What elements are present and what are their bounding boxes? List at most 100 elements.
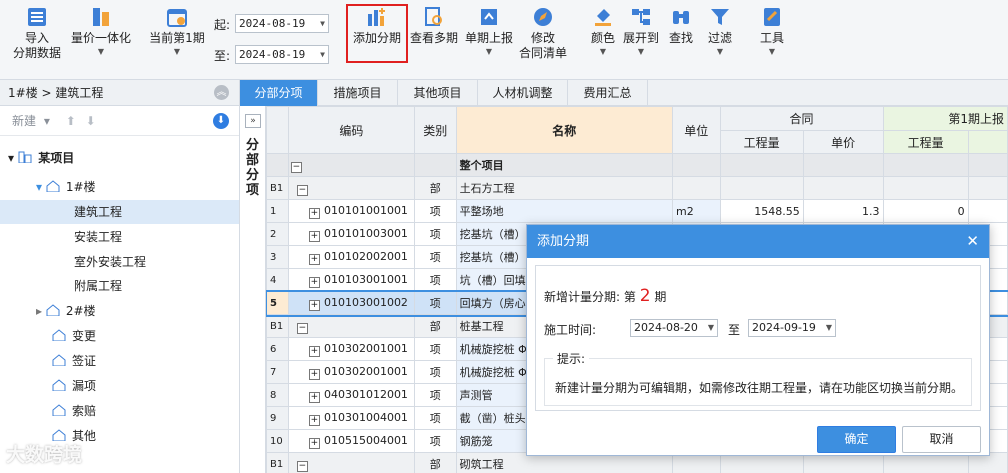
code-cell[interactable]: +010103001002 — [287, 291, 415, 315]
row-number[interactable]: 2 — [266, 222, 289, 246]
move-up-icon[interactable]: ⬆ — [66, 114, 76, 128]
type-cell[interactable]: 项 — [413, 337, 457, 361]
type-cell[interactable]: 部 — [413, 452, 457, 473]
row-number[interactable]: B1 — [266, 314, 289, 338]
row-number[interactable]: B1 — [266, 452, 289, 473]
expand-icon[interactable]: + — [308, 207, 320, 219]
expand-icon[interactable]: + — [308, 414, 320, 426]
collapse-icon[interactable]: − — [296, 322, 308, 334]
tab-labor-material-adjust[interactable]: 人材机调整 — [478, 80, 568, 106]
tab-measures[interactable]: 措施项目 — [318, 80, 398, 106]
end-date-input[interactable]: 2024-08-19 ▼ — [235, 45, 329, 64]
row-number[interactable]: 3 — [266, 245, 289, 269]
tree-item-architecture[interactable]: 建筑工程 — [0, 200, 239, 224]
start-date-input[interactable]: 2024-08-19 ▼ — [235, 14, 329, 33]
tab-cost-summary[interactable]: 费用汇总 — [568, 80, 648, 106]
row-number[interactable]: 9 — [266, 406, 289, 430]
row-number[interactable]: 7 — [266, 360, 289, 384]
code-cell[interactable]: − — [287, 314, 415, 338]
period1-qty-cell[interactable] — [882, 153, 969, 177]
price-integration-button[interactable]: 量价一体化 ▼ — [68, 6, 134, 56]
code-cell[interactable]: +010101001001 — [287, 199, 415, 223]
qty-cell[interactable] — [719, 153, 804, 177]
to-date-select[interactable]: 2024-09-19 ▼ — [748, 319, 836, 337]
tree-item-installation[interactable]: 安装工程 — [74, 225, 122, 249]
name-header[interactable]: 名称 — [455, 106, 673, 154]
modify-contract-list-button[interactable]: 修改 合同清单 — [516, 6, 570, 61]
find-button[interactable]: 查找 — [666, 6, 696, 46]
qty-cell[interactable]: 1548.55 — [719, 199, 804, 223]
type-cell[interactable]: 项 — [413, 222, 457, 246]
code-cell[interactable]: +010301004001 — [287, 406, 415, 430]
price-cell[interactable]: 1.3 — [802, 199, 884, 223]
expand-to-button[interactable]: 展开到 ▼ — [620, 6, 662, 56]
tree-item-outdoor-installation[interactable]: 室外安装工程 — [74, 250, 146, 274]
confirm-button[interactable]: 确定 — [817, 426, 896, 453]
expand-icon[interactable]: + — [308, 391, 320, 403]
price-cell[interactable] — [802, 176, 884, 200]
expand-icon[interactable]: + — [308, 253, 320, 265]
expand-icon[interactable]: + — [308, 345, 320, 357]
chevron-down-icon[interactable]: ▾ — [44, 114, 50, 128]
period1-extra-cell[interactable] — [967, 176, 1008, 200]
new-button[interactable]: 新建 — [12, 114, 36, 128]
view-multi-period-button[interactable]: 查看多期 — [408, 6, 460, 46]
type-cell[interactable]: 项 — [413, 199, 457, 223]
expand-icon[interactable]: + — [308, 368, 320, 380]
type-cell[interactable]: 项 — [413, 291, 457, 315]
code-cell[interactable]: +010101003001 — [287, 222, 415, 246]
cancel-button[interactable]: 取消 — [902, 426, 981, 453]
download-icon[interactable]: ⬇ — [213, 113, 229, 129]
from-date-select[interactable]: 2024-08-20 ▼ — [630, 319, 718, 337]
close-icon[interactable]: ✕ — [966, 225, 979, 258]
code-cell[interactable]: +010302001001 — [287, 337, 415, 361]
code-cell[interactable]: +010102002001 — [287, 245, 415, 269]
period1-extra-cell[interactable] — [967, 153, 1008, 177]
period1-qty-cell[interactable]: 0 — [882, 199, 969, 223]
row-number[interactable]: 6 — [266, 337, 289, 361]
code-cell[interactable]: +010103001001 — [287, 268, 415, 292]
tree-item-ancillary[interactable]: 附属工程 — [74, 274, 122, 298]
unit-cell[interactable]: m2 — [671, 199, 721, 223]
row-number[interactable] — [266, 153, 289, 177]
expand-icon[interactable]: + — [308, 299, 320, 311]
type-cell[interactable]: 项 — [413, 406, 457, 430]
collapse-icon[interactable]: − — [296, 460, 308, 472]
contract-qty-header[interactable]: 工程量 — [719, 130, 804, 154]
name-cell[interactable]: 土石方工程 — [455, 176, 673, 200]
unit-header[interactable]: 单位 — [671, 106, 721, 154]
table-row[interactable]: 1 +010101001001 项平整场地 m2 1548.55 1.3 0 — [266, 199, 1008, 223]
tools-button[interactable]: 工具 ▼ — [757, 6, 787, 56]
color-button[interactable]: 颜色 ▼ — [588, 6, 618, 56]
qty-cell[interactable] — [719, 176, 804, 200]
type-header[interactable]: 类别 — [413, 106, 457, 154]
tree-item-project[interactable]: ▾ 某项目 — [8, 146, 74, 170]
period1-qty-header[interactable]: 工程量 — [882, 130, 969, 154]
type-cell[interactable] — [413, 153, 457, 177]
expand-icon[interactable]: + — [308, 437, 320, 449]
expand-panel-icon[interactable]: » — [245, 114, 261, 128]
type-cell[interactable]: 部 — [413, 314, 457, 338]
type-cell[interactable]: 项 — [413, 245, 457, 269]
row-number[interactable]: 1 — [266, 199, 289, 223]
row-number[interactable]: 5 — [266, 291, 289, 315]
code-header[interactable]: 编码 — [287, 106, 415, 154]
expand-icon[interactable]: + — [308, 230, 320, 242]
table-row[interactable]: B1− 部土石方工程 — [266, 176, 1008, 200]
contract-price-header[interactable]: 单价 — [802, 130, 884, 154]
code-cell[interactable]: +010515004001 — [287, 429, 415, 453]
type-cell[interactable]: 项 — [413, 360, 457, 384]
unit-cell[interactable] — [671, 176, 721, 200]
move-down-icon[interactable]: ⬇ — [86, 114, 96, 128]
code-cell[interactable]: − — [287, 452, 415, 473]
code-cell[interactable]: +040301012001 — [287, 383, 415, 407]
code-cell[interactable]: − — [287, 153, 415, 177]
row-number[interactable]: B1 — [266, 176, 289, 200]
tree-item-visa[interactable]: 签证 — [52, 349, 96, 373]
row-number[interactable]: 10 — [266, 429, 289, 453]
period1-qty-cell[interactable] — [882, 176, 969, 200]
collapse-up-icon[interactable]: ︽ — [214, 85, 229, 100]
tree-item-change[interactable]: 变更 — [52, 324, 96, 348]
code-cell[interactable]: +010302001001 — [287, 360, 415, 384]
current-period-button[interactable]: 当前第1期 ▼ — [146, 6, 208, 56]
